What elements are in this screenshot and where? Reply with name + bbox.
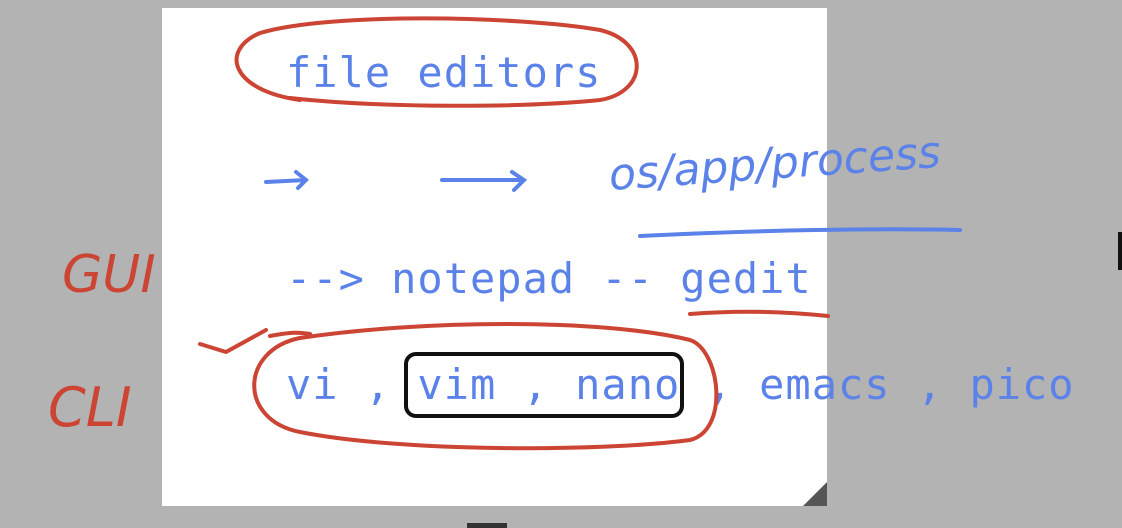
resize-handle-corner [803, 482, 827, 506]
black-box-vim-nano [404, 352, 684, 418]
ink-annotations: os/app/process GUI CLI [48, 16, 962, 506]
blue-underline-os [638, 227, 962, 238]
red-circle-title [234, 16, 639, 108]
handwritten-os-note: os/app/process [607, 127, 942, 201]
red-circle-cli [252, 322, 719, 451]
handwritten-cli: CLI [48, 376, 132, 439]
blue-arrow-1 [264, 170, 309, 190]
handwritten-gui: GUI [62, 245, 156, 305]
blue-arrow-2 [440, 170, 528, 192]
red-underline-gedit [688, 309, 830, 318]
